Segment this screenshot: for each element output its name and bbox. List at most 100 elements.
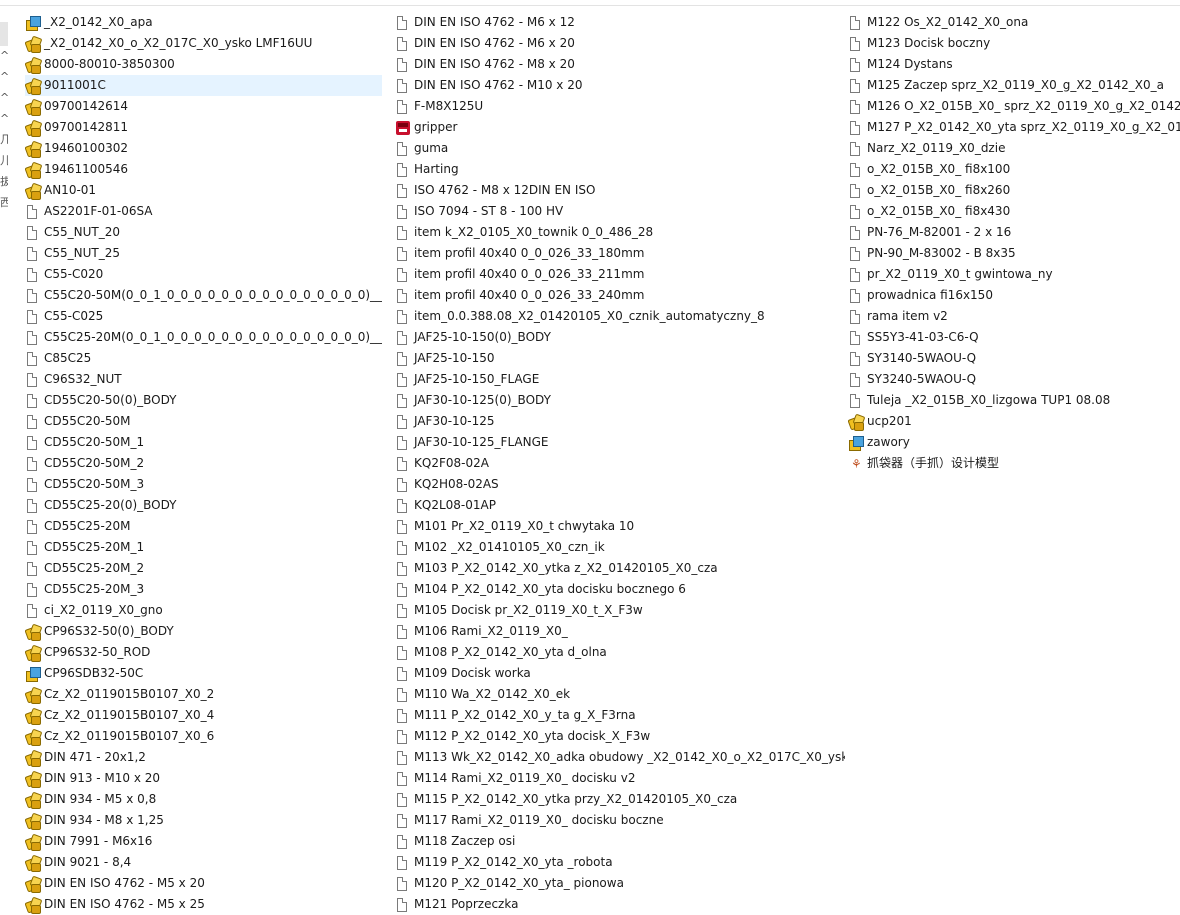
file-item[interactable]: Cz_X2_0119015B0107_X0_4 xyxy=(25,705,382,726)
file-item[interactable]: M121 Poprzeczka xyxy=(395,894,845,915)
file-item[interactable]: C55C25-20M(0_0_1_0_0_0_0_0_0_0_0_0_0_0_0… xyxy=(25,327,382,348)
file-item[interactable]: CD55C20-50(0)_BODY xyxy=(25,390,382,411)
file-item[interactable]: AS2201F-01-06SA xyxy=(25,201,382,222)
file-item[interactable]: guma xyxy=(395,138,845,159)
file-item[interactable]: prowadnica fi16x150 xyxy=(848,285,1180,306)
file-item[interactable]: JAF30-10-125 xyxy=(395,411,845,432)
file-item[interactable]: C85C25 xyxy=(25,348,382,369)
file-item[interactable]: CD55C20-50M xyxy=(25,411,382,432)
file-item[interactable]: CD55C20-50M_3 xyxy=(25,474,382,495)
file-item[interactable]: KQ2H08-02AS xyxy=(395,474,845,495)
file-item[interactable]: o_X2_015B_X0_ fi8x100 xyxy=(848,159,1180,180)
file-item[interactable]: DIN EN ISO 4762 - M8 x 20 xyxy=(395,54,845,75)
file-item[interactable]: DIN EN ISO 4762 - M5 x 20 xyxy=(25,873,382,894)
nav-tree-item[interactable]: 几 xyxy=(0,134,8,146)
file-item[interactable]: C55-C025 xyxy=(25,306,382,327)
file-item[interactable]: M102 _X2_01410105_X0_czn_ik xyxy=(395,537,845,558)
file-item[interactable]: SY3140-5WAOU-Q xyxy=(848,348,1180,369)
file-item[interactable]: M111 P_X2_0142_X0_y_ta g_X_F3rna xyxy=(395,705,845,726)
file-item[interactable]: CP96S32-50(0)_BODY xyxy=(25,621,382,642)
file-item[interactable]: M125 Zaczep sprz_X2_0119_X0_g_X2_0142_X0… xyxy=(848,75,1180,96)
file-item[interactable]: Narz_X2_0119_X0_dzie xyxy=(848,138,1180,159)
file-item[interactable]: C55_NUT_25 xyxy=(25,243,382,264)
file-item[interactable]: C55-C020 xyxy=(25,264,382,285)
file-item[interactable]: C55C20-50M(0_0_1_0_0_0_0_0_0_0_0_0_0_0_0… xyxy=(25,285,382,306)
nav-tree-item[interactable]: ^ xyxy=(0,113,8,125)
file-item[interactable]: M104 P_X2_0142_X0_yta docisku bocznego 6 xyxy=(395,579,845,600)
file-item[interactable]: M110 Wa_X2_0142_X0_ek xyxy=(395,684,845,705)
file-item[interactable]: SY3240-5WAOU-Q xyxy=(848,369,1180,390)
file-item[interactable]: M117 Rami_X2_0119_X0_ docisku boczne xyxy=(395,810,845,831)
file-item[interactable]: DIN EN ISO 4762 - M10 x 20 xyxy=(395,75,845,96)
file-item[interactable]: 19460100302 xyxy=(25,138,382,159)
nav-tree-item[interactable]: 拔 xyxy=(0,176,8,188)
file-item[interactable]: M101 Pr_X2_0119_X0_t chwytaka 10 xyxy=(395,516,845,537)
file-item[interactable]: M105 Docisk pr_X2_0119_X0_t_X_F3w xyxy=(395,600,845,621)
file-item[interactable]: DIN 934 - M8 x 1,25 xyxy=(25,810,382,831)
file-item[interactable]: KQ2L08-01AP xyxy=(395,495,845,516)
file-item[interactable]: item_0.0.388.08_X2_01420105_X0_cznik_aut… xyxy=(395,306,845,327)
file-item[interactable]: pr_X2_0119_X0_t gwintowa_ny xyxy=(848,264,1180,285)
file-item[interactable]: F-M8X125U xyxy=(395,96,845,117)
file-item[interactable]: DIN 913 - M10 x 20 xyxy=(25,768,382,789)
file-item[interactable]: M127 P_X2_0142_X0_yta sprz_X2_0119_X0_g_… xyxy=(848,117,1180,138)
file-item[interactable]: o_X2_015B_X0_ fi8x260 xyxy=(848,180,1180,201)
file-item[interactable]: M109 Docisk worka xyxy=(395,663,845,684)
file-item[interactable]: Harting xyxy=(395,159,845,180)
file-item[interactable]: JAF25-10-150_FLAGE xyxy=(395,369,845,390)
file-item[interactable]: M126 O_X2_015B_X0_ sprz_X2_0119_X0_g_X2_… xyxy=(848,96,1180,117)
file-item[interactable]: rama item v2 xyxy=(848,306,1180,327)
file-item[interactable]: 9011001C xyxy=(25,75,382,96)
file-item[interactable]: o_X2_015B_X0_ fi8x430 xyxy=(848,201,1180,222)
file-item[interactable]: M124 Dystans xyxy=(848,54,1180,75)
file-item[interactable]: JAF25-10-150(0)_BODY xyxy=(395,327,845,348)
file-item[interactable]: CD55C25-20(0)_BODY xyxy=(25,495,382,516)
file-item[interactable]: gripper xyxy=(395,117,845,138)
file-item[interactable]: M123 Docisk boczny xyxy=(848,33,1180,54)
file-item[interactable]: JAF30-10-125_FLANGE xyxy=(395,432,845,453)
nav-tree-item[interactable]: 儿 xyxy=(0,155,8,167)
file-item[interactable]: ISO 4762 - M8 x 12DIN EN ISO xyxy=(395,180,845,201)
file-item[interactable]: DIN 7991 - M6x16 xyxy=(25,831,382,852)
file-item[interactable]: DIN EN ISO 4762 - M6 x 20 xyxy=(395,33,845,54)
file-item[interactable]: JAF30-10-125(0)_BODY xyxy=(395,390,845,411)
file-item[interactable]: DIN 9021 - 8,4 xyxy=(25,852,382,873)
file-item[interactable]: AN10-01 xyxy=(25,180,382,201)
file-item[interactable]: PN-90_M-83002 - B 8x35 xyxy=(848,243,1180,264)
file-item[interactable]: 09700142614 xyxy=(25,96,382,117)
file-item[interactable]: item profil 40x40 0_0_026_33_240mm xyxy=(395,285,845,306)
file-item[interactable]: M115 P_X2_0142_X0_ytka przy_X2_01420105_… xyxy=(395,789,845,810)
file-item[interactable]: M119 P_X2_0142_X0_yta _robota xyxy=(395,852,845,873)
file-item[interactable]: item k_X2_0105_X0_townik 0_0_486_28 xyxy=(395,222,845,243)
file-item[interactable]: CD55C25-20M_1 xyxy=(25,537,382,558)
file-item[interactable]: Tuleja _X2_015B_X0_lizgowa TUP1 08.08 xyxy=(848,390,1180,411)
file-item[interactable]: 09700142811 xyxy=(25,117,382,138)
file-item[interactable]: M122 Os_X2_0142_X0_ona xyxy=(848,12,1180,33)
file-item[interactable]: PN-76_M-82001 - 2 x 16 xyxy=(848,222,1180,243)
navigation-pane-edge[interactable]: ^ ^ ^ ^ 几儿拔西 xyxy=(0,22,8,909)
file-item[interactable]: _X2_0142_X0_o_X2_017C_X0_ysko LMF16UU xyxy=(25,33,382,54)
file-item[interactable]: Cz_X2_0119015B0107_X0_2 xyxy=(25,684,382,705)
file-item[interactable]: M114 Rami_X2_0119_X0_ docisku v2 xyxy=(395,768,845,789)
file-item[interactable]: 19461100546 xyxy=(25,159,382,180)
file-item[interactable]: CD55C25-20M_2 xyxy=(25,558,382,579)
file-item[interactable]: ISO 7094 - ST 8 - 100 HV xyxy=(395,201,845,222)
file-item[interactable]: CP96S32-50_ROD xyxy=(25,642,382,663)
file-item[interactable]: M120 P_X2_0142_X0_yta_ pionowa xyxy=(395,873,845,894)
file-item[interactable]: DIN 934 - M5 x 0,8 xyxy=(25,789,382,810)
file-item[interactable]: M112 P_X2_0142_X0_yta docisk_X_F3w xyxy=(395,726,845,747)
file-item[interactable]: ucp201 xyxy=(848,411,1180,432)
file-item[interactable]: CD55C25-20M_3 xyxy=(25,579,382,600)
file-item[interactable]: CP96SDB32-50C xyxy=(25,663,382,684)
file-item[interactable]: CD55C20-50M_1 xyxy=(25,432,382,453)
file-item[interactable]: DIN EN ISO 4762 - M6 x 12 xyxy=(395,12,845,33)
nav-tree-item[interactable]: ^ xyxy=(0,92,8,104)
nav-tree-item[interactable]: ^ xyxy=(0,50,8,62)
file-item[interactable]: JAF25-10-150 xyxy=(395,348,845,369)
file-item[interactable]: CD55C20-50M_2 xyxy=(25,453,382,474)
nav-tree-item[interactable]: ^ xyxy=(0,71,8,83)
nav-tree-item[interactable]: 西 xyxy=(0,197,8,209)
file-item[interactable]: DIN 471 - 20x1,2 xyxy=(25,747,382,768)
file-item[interactable]: M106 Rami_X2_0119_X0_ xyxy=(395,621,845,642)
file-item[interactable]: C96S32_NUT xyxy=(25,369,382,390)
